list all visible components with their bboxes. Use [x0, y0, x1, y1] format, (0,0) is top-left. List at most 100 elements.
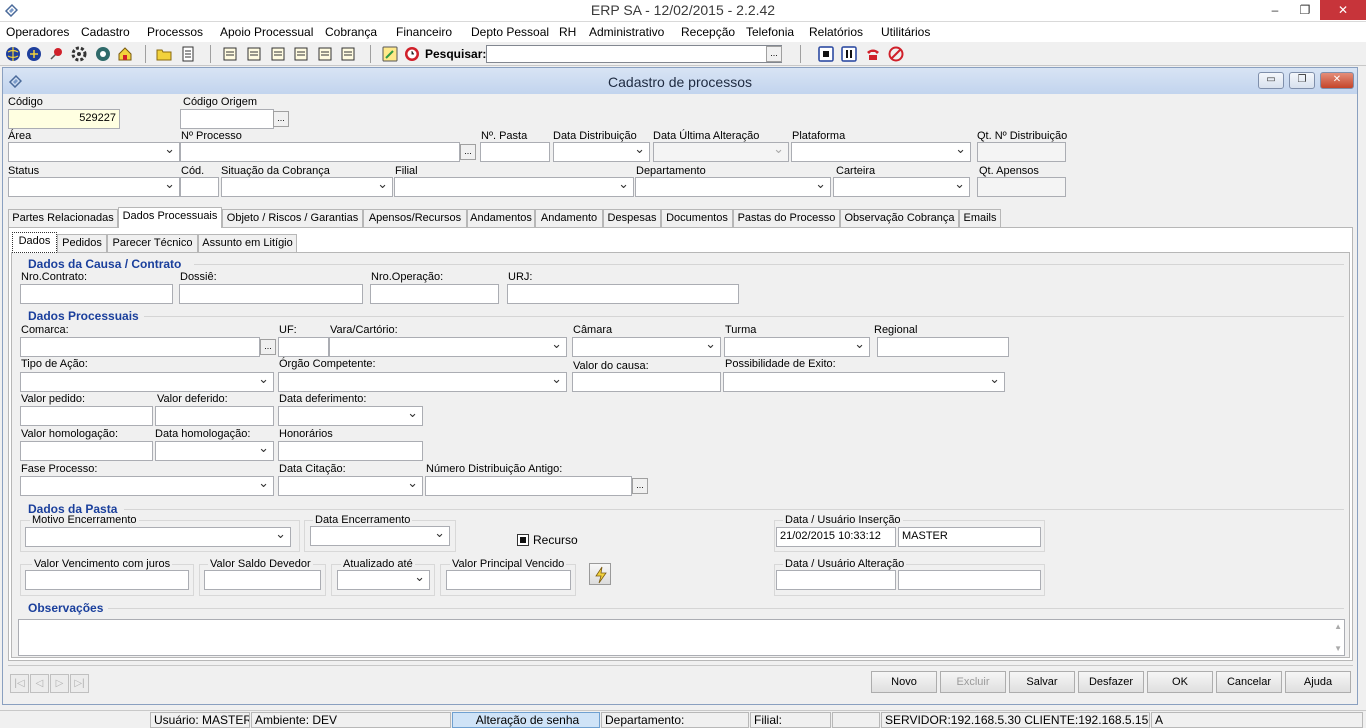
area-select[interactable] — [8, 141, 180, 162]
cod-input[interactable] — [180, 177, 219, 197]
subtab-parecer-tecnico[interactable]: Parecer Técnico — [107, 234, 198, 253]
tab-despesas[interactable]: Despesas — [603, 209, 661, 228]
phone-icon[interactable] — [865, 46, 881, 62]
report-1-icon[interactable] — [222, 46, 238, 62]
turma-select[interactable] — [724, 336, 870, 357]
num-dist-antigo-ellipsis-button[interactable]: ... — [632, 478, 648, 494]
stop-square-icon[interactable] — [818, 46, 834, 62]
tab-partes-relacionadas[interactable]: Partes Relacionadas — [8, 209, 118, 228]
camara-select[interactable] — [572, 336, 721, 357]
nav-prev-button[interactable]: ◁ — [30, 674, 49, 693]
menu-financeiro[interactable]: Financeiro — [396, 25, 452, 39]
tab-andamento[interactable]: Andamento — [535, 209, 603, 228]
menu-processos[interactable]: Processos — [147, 25, 203, 39]
window-maximize-button[interactable]: ❐ — [1289, 72, 1315, 89]
menu-cadastro[interactable]: Cadastro — [81, 25, 130, 39]
regional-input[interactable] — [877, 337, 1009, 357]
search-input[interactable] — [486, 45, 782, 63]
tab-emails[interactable]: Emails — [959, 209, 1001, 228]
uf-input[interactable] — [278, 337, 329, 357]
app-close-button[interactable]: ✕ — [1320, 0, 1366, 20]
document-icon[interactable] — [180, 46, 196, 62]
subtab-pedidos[interactable]: Pedidos — [57, 234, 107, 253]
dossie-input[interactable] — [179, 284, 363, 304]
menu-apoio-processual[interactable]: Apoio Processual — [220, 25, 313, 39]
app-minimize-button[interactable]: – — [1260, 0, 1290, 20]
window-minimize-button[interactable]: ▭ — [1258, 72, 1284, 89]
pause-icon[interactable] — [841, 46, 857, 62]
search-ellipsis-button[interactable]: ... — [766, 46, 782, 62]
data-citacao-select[interactable] — [278, 475, 423, 496]
data-encerramento-select[interactable] — [310, 525, 450, 546]
valor-saldo-input[interactable] — [204, 570, 321, 590]
tab-documentos[interactable]: Documentos — [661, 209, 733, 228]
ok-button[interactable]: OK — [1147, 671, 1213, 693]
tab-observacao-cobranca[interactable]: Observação Cobrança — [840, 209, 959, 228]
menu-operadores[interactable]: Operadores — [6, 25, 69, 39]
valor-vencimento-input[interactable] — [25, 570, 189, 590]
menu-recepcao[interactable]: Recepção — [681, 25, 735, 39]
data-homologacao-select[interactable] — [155, 440, 274, 461]
alteracao-usuario-input[interactable] — [898, 570, 1041, 590]
num-pasta-input[interactable] — [480, 142, 550, 162]
urj-input[interactable] — [507, 284, 739, 304]
comarca-input[interactable] — [20, 337, 260, 357]
nav-last-button[interactable]: ▷| — [70, 674, 89, 693]
num-processo-input[interactable] — [180, 142, 460, 162]
report-2-icon[interactable] — [246, 46, 262, 62]
scroll-up-icon[interactable]: ▲ — [1334, 622, 1342, 631]
nav-first-button[interactable]: |◁ — [10, 674, 29, 693]
status-select[interactable] — [8, 176, 180, 197]
menu-telefonia[interactable]: Telefonia — [746, 25, 794, 39]
report-4-icon[interactable] — [293, 46, 309, 62]
alteracao-senha-button[interactable]: Alteração de senha — [452, 712, 600, 728]
nro-contrato-input[interactable] — [20, 284, 173, 304]
menu-rh[interactable]: RH — [559, 25, 576, 39]
tab-apensos-recursos[interactable]: Apensos/Recursos — [363, 209, 467, 228]
recurso-checkbox[interactable] — [517, 534, 529, 546]
desfazer-button[interactable]: Desfazer — [1078, 671, 1144, 693]
honorarios-input[interactable] — [278, 441, 423, 461]
globe-icon[interactable] — [5, 46, 21, 62]
insercao-usuario-input[interactable]: MASTER — [898, 527, 1041, 547]
menu-relatorios[interactable]: Relatórios — [809, 25, 863, 39]
subtab-assunto-litigio[interactable]: Assunto em Litígio — [198, 234, 297, 253]
carteira-select[interactable] — [833, 176, 970, 197]
alteracao-data-input[interactable] — [776, 570, 896, 590]
insercao-data-input[interactable]: 21/02/2015 10:33:12 — [776, 527, 896, 547]
open-folder-icon[interactable] — [156, 46, 172, 62]
report-5-icon[interactable] — [317, 46, 333, 62]
app-maximize-button[interactable]: ❐ — [1290, 0, 1320, 20]
codigo-input[interactable]: 529227 — [8, 109, 120, 129]
fase-processo-select[interactable] — [20, 475, 274, 496]
num-processo-ellipsis-button[interactable]: ... — [460, 144, 476, 160]
possibilidade-select[interactable] — [723, 371, 1005, 392]
menu-utilitarios[interactable]: Utilitários — [881, 25, 930, 39]
calcular-button[interactable] — [589, 563, 611, 585]
globe-search-icon[interactable] — [26, 46, 42, 62]
valor-deferido-input[interactable] — [155, 406, 274, 426]
report-3-icon[interactable] — [270, 46, 286, 62]
home-icon[interactable] — [117, 46, 133, 62]
data-deferimento-select[interactable] — [278, 405, 423, 426]
observacoes-textarea[interactable]: ▲ ▼ — [18, 619, 1345, 656]
data-distribuicao-select[interactable] — [553, 141, 650, 162]
comarca-ellipsis-button[interactable]: ... — [260, 339, 276, 355]
menu-administrativo[interactable]: Administrativo — [589, 25, 664, 39]
ajuda-button[interactable]: Ajuda — [1285, 671, 1351, 693]
tab-dados-processuais[interactable]: Dados Processuais — [118, 207, 222, 228]
atualizado-ate-select[interactable] — [337, 569, 430, 590]
codigo-origem-input[interactable] — [180, 109, 274, 129]
departamento-select[interactable] — [635, 176, 831, 197]
motivo-encerramento-select[interactable] — [25, 526, 291, 547]
tab-pastas-processo[interactable]: Pastas do Processo — [733, 209, 840, 228]
edit-pencil-icon[interactable] — [382, 46, 398, 62]
vara-select[interactable] — [329, 336, 567, 357]
tab-andamentos[interactable]: Andamentos — [467, 209, 535, 228]
pin-icon[interactable] — [48, 46, 64, 62]
cancel-icon[interactable] — [888, 46, 904, 62]
tab-objeto-riscos-garantias[interactable]: Objeto / Riscos / Garantias — [222, 209, 363, 228]
novo-button[interactable]: Novo — [871, 671, 937, 693]
plataforma-select[interactable] — [791, 141, 971, 162]
menu-cobranca[interactable]: Cobrança — [325, 25, 377, 39]
